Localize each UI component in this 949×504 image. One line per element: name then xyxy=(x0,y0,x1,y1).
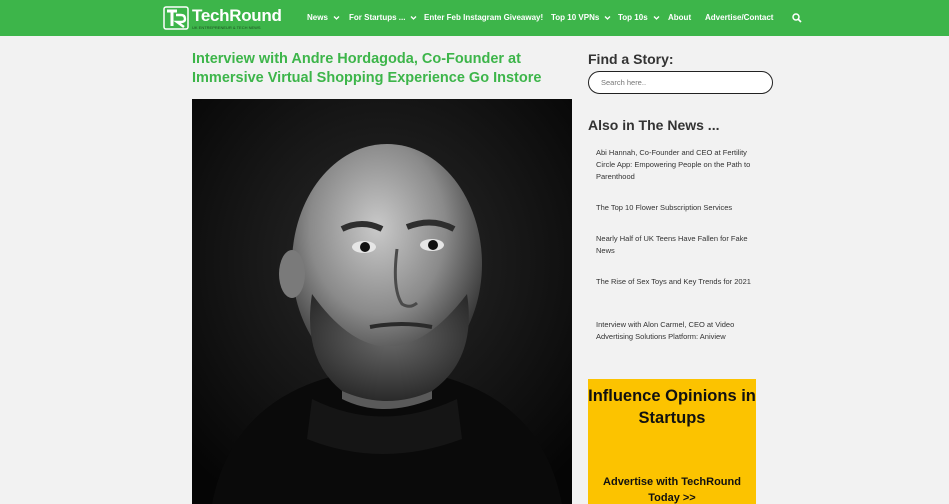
nav-item-label: For Startups ... xyxy=(349,13,406,22)
news-link[interactable]: Nearly Half of UK Teens Have Fallen for … xyxy=(596,233,768,276)
nav-item-label: Advertise/Contact xyxy=(705,13,774,22)
ad-cta: Advertise with TechRound Today >> xyxy=(603,476,741,504)
news-link[interactable]: The Top 10 Flower Subscription Services xyxy=(596,202,768,233)
ad-title: Influence Opinions in Startups xyxy=(588,387,756,427)
nav-item-top-10-vpns[interactable]: Top 10 VPNs xyxy=(551,13,611,22)
nav-item-label: News xyxy=(307,13,328,22)
advertise-banner[interactable]: Influence Opinions in Startups Advertise… xyxy=(588,379,756,504)
news-link[interactable]: Abi Hannah, Co-Founder and CEO at Fertil… xyxy=(596,147,768,202)
article-title: Interview with Andre Hordagoda, Co-Found… xyxy=(192,51,542,86)
chevron-down-icon xyxy=(333,16,340,20)
top-navigation-bar: TechRound UK ENTREPRENEUR & TECH NEWS Ne… xyxy=(0,0,949,36)
nav-item-giveaway[interactable]: Enter Feb Instagram Giveaway! xyxy=(424,13,543,22)
nav-item-advertise-contact[interactable]: Advertise/Contact xyxy=(705,13,773,22)
nav-item-label: Enter Feb Instagram Giveaway! xyxy=(424,13,544,22)
story-search-input[interactable] xyxy=(588,71,773,94)
logo-tagline: UK ENTREPRENEUR & TECH NEWS xyxy=(192,24,261,30)
nav-item-about[interactable]: About xyxy=(668,13,691,22)
chevron-down-icon xyxy=(653,16,660,20)
techround-logo[interactable]: TechRound UK ENTREPRENEUR & TECH NEWS xyxy=(163,6,282,30)
also-in-news-heading: Also in The News ... xyxy=(588,117,720,133)
nav-item-label: About xyxy=(668,13,692,22)
nav-item-label: Top 10 VPNs xyxy=(551,13,600,22)
find-story-heading: Find a Story: xyxy=(588,51,674,67)
nav-item-for-startups[interactable]: For Startups ... xyxy=(349,13,417,22)
article-featured-photo xyxy=(192,99,572,504)
news-link[interactable]: Interview with Alon Carmel, CEO at Video… xyxy=(596,319,768,343)
chevron-down-icon xyxy=(410,16,417,20)
chevron-down-icon xyxy=(604,16,611,20)
nav-item-label: Top 10s xyxy=(618,13,648,22)
search-icon[interactable] xyxy=(792,13,802,23)
news-link[interactable]: The Rise of Sex Toys and Key Trends for … xyxy=(596,276,768,319)
nav-item-news[interactable]: News xyxy=(307,13,340,22)
logo-wordmark: TechRound xyxy=(192,5,282,25)
logo-mark-icon xyxy=(163,6,189,30)
nav-item-top-10s[interactable]: Top 10s xyxy=(618,13,660,22)
news-list: Abi Hannah, Co-Founder and CEO at Fertil… xyxy=(596,147,768,343)
